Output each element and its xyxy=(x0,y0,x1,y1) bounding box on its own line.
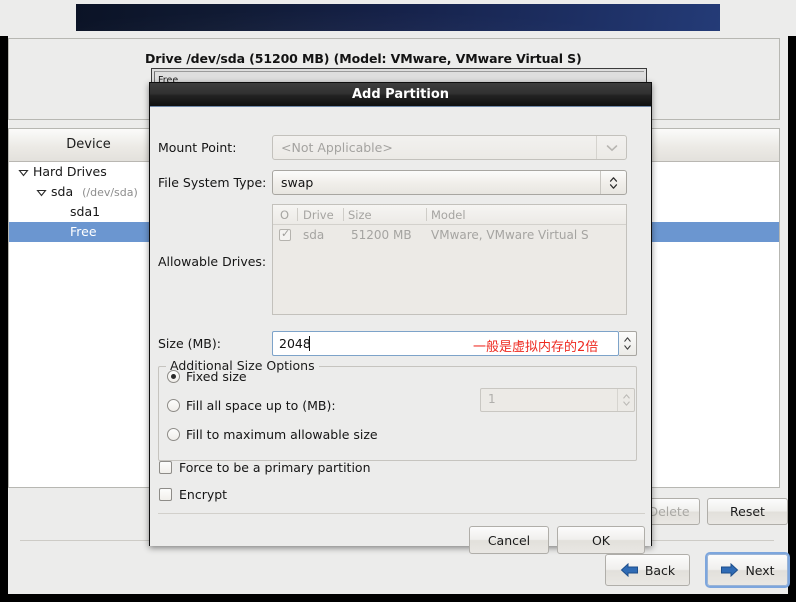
checkbox-encrypt-label[interactable]: Encrypt xyxy=(179,487,227,502)
chevron-down-icon[interactable] xyxy=(596,136,626,159)
file-system-type-label: File System Type: xyxy=(158,175,267,190)
checkbox-force-primary-label[interactable]: Force to be a primary partition xyxy=(179,460,371,475)
file-system-type-combo[interactable]: swap xyxy=(272,170,627,195)
radio-fill-maximum-label[interactable]: Fill to maximum allowable size xyxy=(186,427,378,442)
window-bottom-edge xyxy=(0,594,796,602)
row-label: Free xyxy=(70,224,97,239)
installer-banner-sheen xyxy=(76,4,720,31)
cancel-button[interactable]: Cancel xyxy=(469,526,549,554)
row-label: sda xyxy=(51,184,74,199)
drive-size: 51200 MB xyxy=(351,228,412,242)
mount-point-label: Mount Point: xyxy=(158,140,237,155)
size-label: Size (MB): xyxy=(158,336,221,351)
window-left-edge xyxy=(0,36,8,602)
column-header-model[interactable]: Model xyxy=(431,207,466,223)
add-partition-dialog: Add Partition Mount Point: <Not Applicab… xyxy=(149,82,652,554)
arrow-right-icon xyxy=(720,562,739,578)
size-value: 2048 xyxy=(279,336,311,351)
radio-fill-all-space[interactable] xyxy=(167,399,180,412)
header-divider xyxy=(297,208,298,221)
drive-model: VMware, VMware Virtual S xyxy=(431,228,589,242)
mount-point-value: <Not Applicable> xyxy=(281,140,393,155)
fill-up-to-stepper[interactable] xyxy=(617,389,634,411)
reset-button[interactable]: Reset xyxy=(707,498,788,525)
dialog-separator xyxy=(158,513,645,514)
back-button[interactable]: Back xyxy=(605,554,690,586)
dialog-title: Add Partition xyxy=(351,87,450,102)
row-detail: (/dev/sda) xyxy=(82,186,138,199)
window-right-edge xyxy=(788,36,796,602)
checkbox-force-primary[interactable] xyxy=(159,461,172,474)
arrow-left-icon xyxy=(620,562,639,578)
ok-button[interactable]: OK xyxy=(557,526,645,554)
fill-up-to-value: 1 xyxy=(488,392,496,406)
size-annotation: 一般是虚拟内存的2倍 xyxy=(473,340,599,355)
screen: Drive /dev/sda (51200 MB) (Model: VMware… xyxy=(0,0,796,602)
row-label: Hard Drives xyxy=(33,164,107,179)
allowable-drives-header: O Drive Size Model xyxy=(273,205,626,225)
column-header-o[interactable]: O xyxy=(280,207,289,223)
radio-fixed-size[interactable] xyxy=(167,370,180,383)
header-divider xyxy=(343,208,344,221)
fill-up-to-input[interactable]: 1 xyxy=(480,388,635,412)
size-input[interactable]: 2048 一般是虚拟内存的2倍 xyxy=(272,331,619,356)
drive-name: sda xyxy=(303,228,325,242)
mount-point-combo[interactable]: <Not Applicable> xyxy=(272,135,627,160)
size-stepper[interactable] xyxy=(619,331,637,356)
next-button[interactable]: Next xyxy=(705,552,790,588)
checkbox-encrypt[interactable] xyxy=(159,488,172,501)
dialog-body: Mount Point: <Not Applicable> File Syste… xyxy=(150,107,651,554)
chevron-updown-icon[interactable] xyxy=(600,171,626,194)
column-header-device[interactable]: Device xyxy=(9,129,169,161)
next-button-label: Next xyxy=(745,562,775,578)
allowable-drives-list[interactable]: O Drive Size Model sda 51200 MB VMware, … xyxy=(272,204,627,315)
drive-checkbox[interactable] xyxy=(279,227,291,241)
text-caret xyxy=(309,336,310,351)
drive-title: Drive /dev/sda (51200 MB) (Model: VMware… xyxy=(145,51,582,66)
column-header-size[interactable]: Size xyxy=(348,207,372,223)
expander-icon[interactable] xyxy=(17,166,30,179)
radio-fill-maximum[interactable] xyxy=(167,428,180,441)
allowable-drives-label: Allowable Drives: xyxy=(158,254,267,269)
header-divider xyxy=(426,208,427,221)
allowable-drives-row[interactable]: sda 51200 MB VMware, VMware Virtual S xyxy=(273,225,626,245)
expander-icon[interactable] xyxy=(35,186,48,199)
row-label: sda1 xyxy=(70,204,101,219)
back-button-label: Back xyxy=(644,562,676,578)
dialog-titlebar: Add Partition xyxy=(150,83,651,107)
radio-fixed-size-label[interactable]: Fixed size xyxy=(186,369,247,384)
file-system-type-value: swap xyxy=(281,175,314,190)
column-header-drive[interactable]: Drive xyxy=(303,207,334,223)
radio-fill-all-space-label[interactable]: Fill all space up to (MB): xyxy=(186,398,336,413)
